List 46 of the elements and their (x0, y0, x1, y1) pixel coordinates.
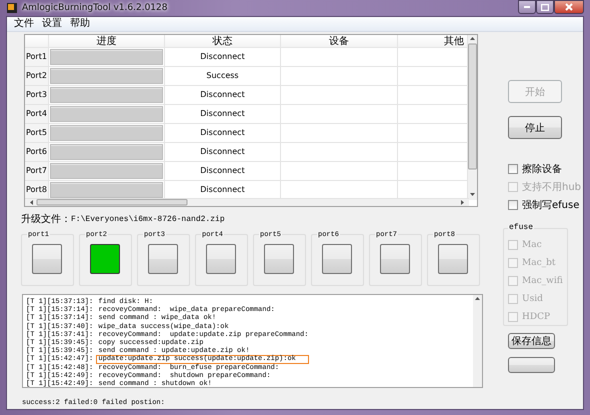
port-name-cell: Port3 (25, 86, 49, 105)
port-name-cell: Port7 (25, 162, 49, 181)
status-cell: Success (165, 67, 281, 86)
app-icon (6, 2, 18, 14)
port-name-cell: Port2 (25, 67, 49, 86)
status-cell: Disconnect (165, 105, 281, 124)
menu-item[interactable]: 帮助 (66, 17, 94, 31)
upgrade-file-path: F:\Everyones\i6mx-8726-nand2.zip (71, 214, 225, 224)
column-header: 状态 (165, 35, 281, 48)
save-button[interactable]: 保存信息 (508, 333, 555, 349)
checkbox-label: 强制写efuse (522, 198, 580, 212)
checkbox-label: Usid (522, 294, 543, 304)
port-name-cell: Port5 (25, 124, 49, 143)
checkbox-label: 擦除设备 (522, 162, 562, 176)
maximize-icon (541, 4, 549, 10)
port-name-cell: Port1 (25, 48, 49, 67)
menu-item[interactable]: 设置 (38, 17, 66, 31)
checkbox-label: Mac (522, 240, 542, 250)
vertical-scrollbar[interactable] (473, 295, 482, 387)
column-header: 设备 (281, 35, 398, 48)
minimize-button[interactable] (518, 0, 536, 14)
port-name-cell: Port4 (25, 105, 49, 124)
upgrade-file-label: 升级文件： (21, 212, 71, 226)
window-title: AmlogicBurningTool v1.6.2.0128 (22, 3, 168, 13)
maximize-button[interactable] (536, 0, 554, 14)
column-header: 进度 (49, 35, 165, 48)
menu-item[interactable]: 文件 (10, 17, 38, 31)
button[interactable] (508, 357, 555, 373)
status-cell: Disconnect (165, 86, 281, 105)
status-cell: Disconnect (165, 48, 281, 67)
minimize-icon (524, 6, 530, 8)
port-name-cell: Port6 (25, 143, 49, 162)
group-title: efuse (508, 223, 534, 232)
status-cell: Disconnect (165, 124, 281, 143)
checkbox-label: HDCP (522, 312, 550, 322)
column-header: 其他 (398, 35, 469, 48)
status-cell: Disconnect (165, 143, 281, 162)
header-corner (25, 35, 49, 48)
close-button[interactable] (554, 0, 584, 14)
checkbox-label: Mac_wifi (522, 276, 563, 286)
stop-button[interactable]: 停止 (508, 116, 562, 139)
checkbox-label: 支持不用hub (522, 180, 582, 194)
close-icon (565, 3, 573, 11)
scroll-up-icon (473, 295, 482, 302)
checkbox-label: Mac_bt (522, 258, 556, 268)
status-cell: Disconnect (165, 162, 281, 181)
